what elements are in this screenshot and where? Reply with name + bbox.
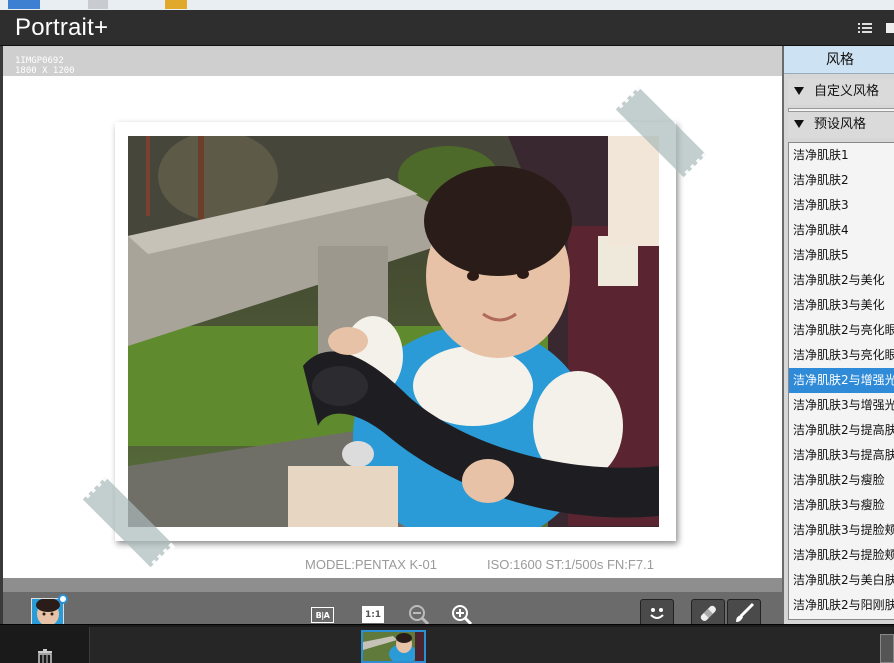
desktop-icon xyxy=(8,0,40,9)
style-item[interactable]: 洁净肌肤3与增强光 xyxy=(789,393,894,418)
zoom-out-icon[interactable] xyxy=(408,604,430,626)
file-name: 1IMGP0692 xyxy=(15,56,64,66)
app-window: Portrait+ 1IMGP0692 1800 X 1200 MODEL:PE… xyxy=(0,0,894,663)
style-item[interactable]: 洁净肌肤2与提脸颊 xyxy=(789,543,894,568)
exif-model: MODEL:PENTAX K-01 xyxy=(305,557,437,572)
app-title: Portrait+ xyxy=(15,14,109,41)
style-item[interactable]: 洁净肌肤2与瘦脸 xyxy=(789,468,894,493)
preset-style-list: 洁净肌肤1 洁净肌肤2 洁净肌肤3 洁净肌肤4 洁净肌肤5 洁净肌肤2与美化 洁净肌肤3与美… xyxy=(788,142,894,620)
smile-icon[interactable] xyxy=(640,599,674,627)
list-view-icon[interactable] xyxy=(858,22,872,34)
photo-frame xyxy=(115,122,676,541)
view-toolbar: B|A 1:1 xyxy=(3,578,782,630)
title-bar: Portrait+ xyxy=(0,10,894,46)
filmstrip-thumbnail-image xyxy=(363,632,424,661)
style-item[interactable]: 洁净肌肤2 xyxy=(789,168,894,193)
style-item[interactable]: 洁净肌肤3与美化 xyxy=(789,293,894,318)
panel-title: 风格 xyxy=(784,46,894,74)
filmstrip-scroll-button[interactable] xyxy=(880,634,894,663)
style-item[interactable]: 洁净肌肤2与亮化眼 xyxy=(789,318,894,343)
style-item[interactable]: 洁净肌肤2与增强光 xyxy=(789,368,894,393)
before-after-button[interactable]: B|A xyxy=(311,607,334,623)
style-item[interactable]: 洁净肌肤3与提脸颊 xyxy=(789,518,894,543)
desktop-icon xyxy=(165,0,187,9)
custom-style-section[interactable]: 自定义风格 xyxy=(788,79,894,105)
trash-icon[interactable] xyxy=(36,649,54,663)
filmstrip-thumbnail[interactable] xyxy=(361,630,426,663)
style-item[interactable]: 洁净肌肤2与美化 xyxy=(789,268,894,293)
file-dimensions: 1800 X 1200 xyxy=(15,66,75,76)
portrait-photo-image xyxy=(128,136,659,527)
filmstrip-area xyxy=(89,627,894,663)
style-item[interactable]: 洁净肌肤3 xyxy=(789,193,894,218)
actual-size-button[interactable]: 1:1 xyxy=(362,606,384,623)
zoom-in-icon[interactable] xyxy=(451,604,473,626)
style-item[interactable]: 洁净肌肤5 xyxy=(789,243,894,268)
style-item[interactable]: 洁净肌肤3与提高肤 xyxy=(789,443,894,468)
desktop-icon xyxy=(88,0,108,9)
exif-settings: ISO:1600 ST:1/500s FN:F7.1 xyxy=(487,557,654,572)
face-detected-indicator xyxy=(58,594,68,604)
style-item[interactable]: 洁净肌肤2与提高肤 xyxy=(789,418,894,443)
preset-style-label: 预设风格 xyxy=(814,117,867,132)
style-item[interactable]: 洁净肌肤4 xyxy=(789,218,894,243)
style-item[interactable]: 洁净肌肤3与亮化眼 xyxy=(789,343,894,368)
filmstrip xyxy=(0,624,894,663)
window-mode-icon[interactable] xyxy=(886,23,894,33)
style-item[interactable]: 洁净肌肤3与瘦脸 xyxy=(789,493,894,518)
preset-style-section[interactable]: 预设风格 xyxy=(788,112,894,138)
custom-style-label: 自定义风格 xyxy=(814,84,880,99)
collapse-triangle-icon xyxy=(794,87,804,95)
portrait-photo[interactable] xyxy=(128,136,659,527)
style-item[interactable]: 洁净肌肤2与阳刚肤 xyxy=(789,593,894,618)
style-item[interactable]: 洁净肌肤1 xyxy=(789,143,894,168)
desktop-strip xyxy=(0,0,894,10)
brush-icon[interactable] xyxy=(727,599,761,627)
bandage-icon[interactable] xyxy=(691,599,725,627)
collapse-triangle-icon xyxy=(794,120,804,128)
file-info-bar: 1IMGP0692 1800 X 1200 xyxy=(3,46,782,76)
style-item[interactable]: 洁净肌肤2与美白肤 xyxy=(789,568,894,593)
style-panel: 风格 自定义风格 预设风格 洁净肌肤1 洁净肌肤2 洁净肌肤3 洁净肌肤4 洁净肌肤5 洁… xyxy=(782,46,894,624)
